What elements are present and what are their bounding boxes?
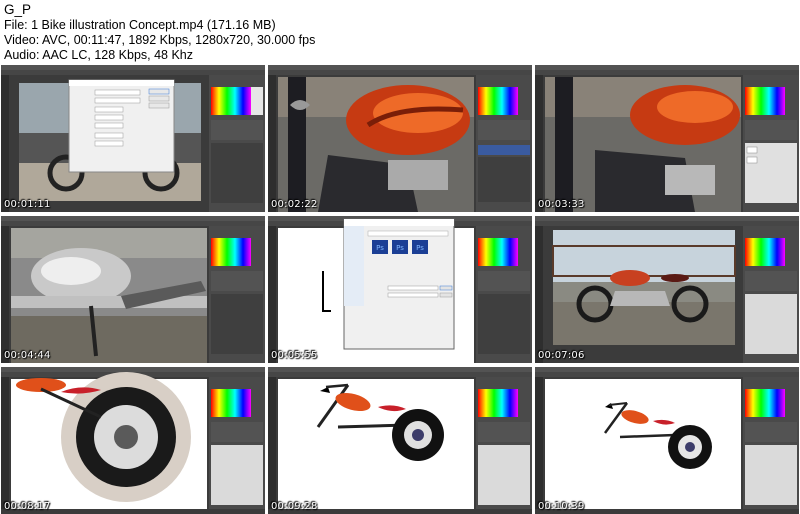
ps-screen: [1, 367, 265, 509]
thumbnail-2[interactable]: 00:02:22: [268, 65, 532, 212]
ps-file-icon: Ps: [416, 244, 424, 252]
timestamp: 00:09:28: [271, 501, 318, 512]
thumbnail-8[interactable]: 00:09:28: [268, 367, 532, 514]
ps-file-icon: Ps: [376, 244, 384, 252]
ps-screen: [535, 367, 799, 509]
thumbnail-5[interactable]: Ps Ps Ps 00:05:55: [268, 216, 532, 363]
ps-file-icon: Ps: [396, 244, 404, 252]
thumbnail-1[interactable]: 00:01:11: [1, 65, 265, 212]
ps-screen: Ps Ps Ps: [268, 216, 532, 363]
thumbnail-4[interactable]: 00:04:44: [1, 216, 265, 363]
timestamp: 00:05:55: [271, 350, 318, 361]
ps-screen: [1, 65, 265, 212]
timestamp: 00:04:44: [4, 350, 51, 361]
file-info: File: 1 Bike illustration Concept.mp4 (1…: [4, 18, 276, 32]
thumbnail-9[interactable]: 00:10:39: [535, 367, 799, 514]
info-header: G_P File: 1 Bike illustration Concept.mp…: [0, 0, 800, 64]
timestamp: 00:03:33: [538, 199, 585, 210]
ps-screen: [535, 216, 799, 363]
ps-screen: [268, 65, 532, 212]
timestamp: 00:07:06: [538, 350, 585, 361]
timestamp: 00:01:11: [4, 199, 51, 210]
timestamp: 00:10:39: [538, 501, 585, 512]
timestamp: 00:08:17: [4, 501, 51, 512]
video-info: Video: AVC, 00:11:47, 1892 Kbps, 1280x72…: [4, 33, 316, 47]
channel-tag: G_P: [4, 2, 32, 17]
timestamp: 00:02:22: [271, 199, 318, 210]
thumbnail-3[interactable]: 00:03:33: [535, 65, 799, 212]
audio-info: Audio: AAC LC, 128 Kbps, 48 Khz: [4, 48, 194, 62]
ps-screen: [1, 216, 265, 363]
thumbnail-7[interactable]: 00:08:17: [1, 367, 265, 514]
ps-screen: [268, 367, 532, 509]
ps-screen: [535, 65, 799, 212]
thumbnail-6[interactable]: 00:07:06: [535, 216, 799, 363]
